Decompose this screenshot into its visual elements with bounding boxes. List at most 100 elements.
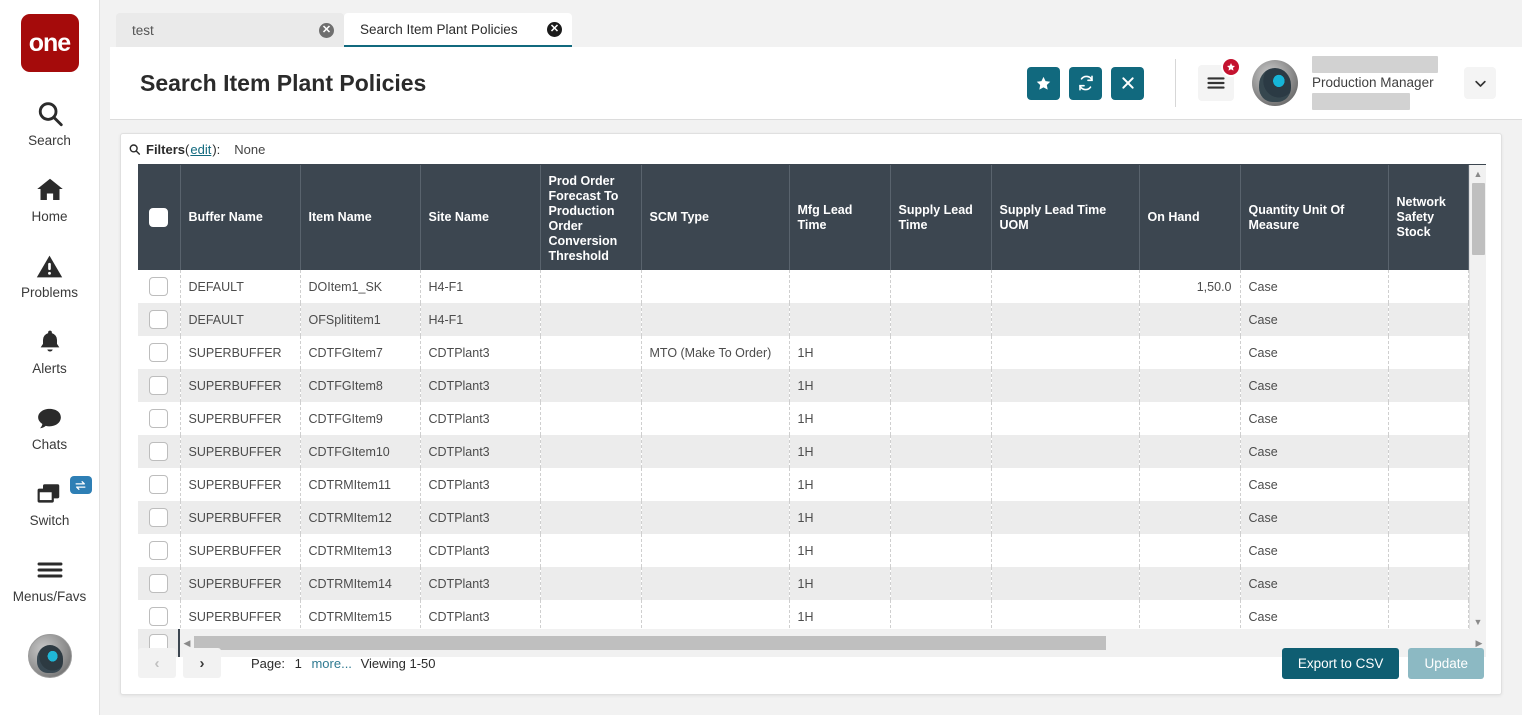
cell-item-name[interactable]: DOItem1_SK <box>300 270 421 303</box>
cell-item-name[interactable]: CDTFGItem8 <box>300 369 421 402</box>
row-checkbox[interactable] <box>149 541 169 560</box>
user-avatar[interactable] <box>1252 60 1298 106</box>
cell-buffer-name[interactable]: SUPERBUFFER <box>180 468 301 501</box>
col-network-safety-stock[interactable]: Network Safety Stock <box>1388 165 1469 270</box>
col-supply-lead-time-uom[interactable]: Supply Lead Time UOM <box>991 165 1140 270</box>
rail-item-home[interactable]: Home <box>0 174 100 224</box>
table-row[interactable]: DEFAULT DOItem1_SK H4-F1 1,50.0 Case <box>138 270 1469 303</box>
col-buffer-name[interactable]: Buffer Name <box>180 165 301 270</box>
rail-item-menus-favs[interactable]: Menus/Favs <box>0 554 100 604</box>
col-item-name[interactable]: Item Name <box>300 165 421 270</box>
swap-arrows-icon[interactable] <box>69 476 92 494</box>
filters-edit-link[interactable]: edit <box>190 142 211 157</box>
update-button[interactable]: Update <box>1408 647 1484 679</box>
cell-site-name[interactable]: CDTPlant3 <box>420 501 541 534</box>
cell-site-name[interactable]: H4-F1 <box>420 303 541 336</box>
table-row[interactable]: SUPERBUFFER CDTRMItem13 CDTPlant3 1H Case <box>138 534 1469 567</box>
cell-site-name[interactable]: CDTPlant3 <box>420 534 541 567</box>
select-all-checkbox[interactable] <box>149 208 169 227</box>
row-select-cell <box>138 501 181 534</box>
rail-item-alerts[interactable]: Alerts <box>0 326 100 376</box>
cell-buffer-name[interactable]: DEFAULT <box>180 270 301 303</box>
one-logo[interactable]: one <box>20 14 79 72</box>
col-on-hand[interactable]: On Hand <box>1139 165 1241 270</box>
cell-on-hand <box>1139 567 1241 600</box>
cell-buffer-name[interactable]: SUPERBUFFER <box>180 501 301 534</box>
cell-site-name[interactable]: CDTPlant3 <box>420 336 541 369</box>
cell-buffer-name[interactable]: SUPERBUFFER <box>180 402 301 435</box>
cell-buffer-name[interactable]: SUPERBUFFER <box>180 369 301 402</box>
row-checkbox[interactable] <box>149 409 169 428</box>
col-supply-lead-time[interactable]: Supply Lead Time <box>890 165 992 270</box>
cell-site-name[interactable]: CDTPlant3 <box>420 369 541 402</box>
scroll-down-icon[interactable]: ▼ <box>1470 613 1486 630</box>
export-to-csv-button[interactable]: Export to CSV <box>1281 647 1400 679</box>
cell-item-name[interactable]: CDTRMItem12 <box>300 501 421 534</box>
cell-item-name[interactable]: CDTFGItem10 <box>300 435 421 468</box>
row-checkbox[interactable] <box>149 508 169 527</box>
cell-item-name[interactable]: CDTFGItem7 <box>300 336 421 369</box>
favorite-button[interactable] <box>1027 66 1060 100</box>
cell-item-name[interactable]: CDTRMItem11 <box>300 468 421 501</box>
rail-label-alerts: Alerts <box>32 361 67 376</box>
table-row[interactable]: SUPERBUFFER CDTRMItem14 CDTPlant3 1H Case <box>138 567 1469 600</box>
cell-buffer-name[interactable]: DEFAULT <box>180 303 301 336</box>
table-row[interactable]: SUPERBUFFER CDTRMItem12 CDTPlant3 1H Case <box>138 501 1469 534</box>
cell-site-name[interactable]: CDTPlant3 <box>420 468 541 501</box>
row-checkbox[interactable] <box>149 376 169 395</box>
row-checkbox[interactable] <box>149 574 169 593</box>
cell-item-name[interactable]: CDTRMItem13 <box>300 534 421 567</box>
rail-avatar[interactable] <box>27 634 72 678</box>
menus-favs-button[interactable] <box>1198 57 1241 101</box>
tab-search-item-plant-policies[interactable]: Search Item Plant Policies ✕ <box>344 13 572 47</box>
rail-label-problems: Problems <box>20 285 79 300</box>
cell-site-name[interactable]: CDTPlant3 <box>420 402 541 435</box>
row-select-cell <box>138 402 181 435</box>
cell-buffer-name[interactable]: SUPERBUFFER <box>180 567 301 600</box>
row-checkbox[interactable] <box>149 343 169 362</box>
vertical-scroll-thumb[interactable] <box>1472 183 1485 255</box>
table-row[interactable]: SUPERBUFFER CDTRMItem11 CDTPlant3 1H Case <box>138 468 1469 501</box>
cell-buffer-name[interactable]: SUPERBUFFER <box>180 336 301 369</box>
scroll-up-icon[interactable]: ▲ <box>1470 165 1486 182</box>
refresh-button[interactable] <box>1069 66 1102 100</box>
col-prod-order-threshold[interactable]: Prod Order Forecast To Production Order … <box>540 165 642 270</box>
close-circle-icon[interactable]: ✕ <box>319 22 334 38</box>
rail-item-switch[interactable]: Switch <box>0 476 100 528</box>
cell-item-name[interactable]: CDTRMItem14 <box>300 567 421 600</box>
col-scm-type[interactable]: SCM Type <box>641 165 790 270</box>
row-checkbox[interactable] <box>149 475 169 494</box>
next-page-button[interactable]: › <box>183 648 221 678</box>
row-select-cell <box>138 369 181 402</box>
row-checkbox[interactable] <box>149 310 169 329</box>
cell-site-name[interactable]: H4-F1 <box>420 270 541 303</box>
more-pages-link[interactable]: more... <box>311 656 351 671</box>
table-row[interactable]: SUPERBUFFER CDTFGItem9 CDTPlant3 1H Case <box>138 402 1469 435</box>
col-site-name[interactable]: Site Name <box>420 165 541 270</box>
close-button[interactable] <box>1111 66 1144 100</box>
cell-site-name[interactable]: CDTPlant3 <box>420 567 541 600</box>
rail-item-problems[interactable]: Problems <box>0 250 100 300</box>
table-row[interactable]: DEFAULT OFSplititem1 H4-F1 Case <box>138 303 1469 336</box>
cell-item-name[interactable]: OFSplititem1 <box>300 303 421 336</box>
rail-item-search[interactable]: Search <box>0 98 100 148</box>
prev-page-button[interactable]: ‹ <box>138 648 176 678</box>
user-menu-button[interactable] <box>1464 67 1496 99</box>
close-circle-icon[interactable]: ✕ <box>547 21 562 37</box>
cell-scm-type <box>641 369 790 402</box>
row-checkbox[interactable] <box>149 607 169 626</box>
cell-item-name[interactable]: CDTFGItem9 <box>300 402 421 435</box>
tab-test[interactable]: test ✕ <box>116 13 344 47</box>
cell-buffer-name[interactable]: SUPERBUFFER <box>180 435 301 468</box>
vertical-scrollbar[interactable]: ▲ ▼ <box>1469 165 1486 630</box>
row-checkbox[interactable] <box>149 442 169 461</box>
col-mfg-lead-time[interactable]: Mfg Lead Time <box>789 165 891 270</box>
col-quantity-uom[interactable]: Quantity Unit Of Measure <box>1240 165 1389 270</box>
cell-buffer-name[interactable]: SUPERBUFFER <box>180 534 301 567</box>
table-row[interactable]: SUPERBUFFER CDTFGItem8 CDTPlant3 1H Case <box>138 369 1469 402</box>
table-row[interactable]: SUPERBUFFER CDTFGItem10 CDTPlant3 1H Case <box>138 435 1469 468</box>
cell-site-name[interactable]: CDTPlant3 <box>420 435 541 468</box>
row-checkbox[interactable] <box>149 277 169 296</box>
rail-item-chats[interactable]: Chats <box>0 402 100 452</box>
table-row[interactable]: SUPERBUFFER CDTFGItem7 CDTPlant3 MTO (Make … <box>138 336 1469 369</box>
